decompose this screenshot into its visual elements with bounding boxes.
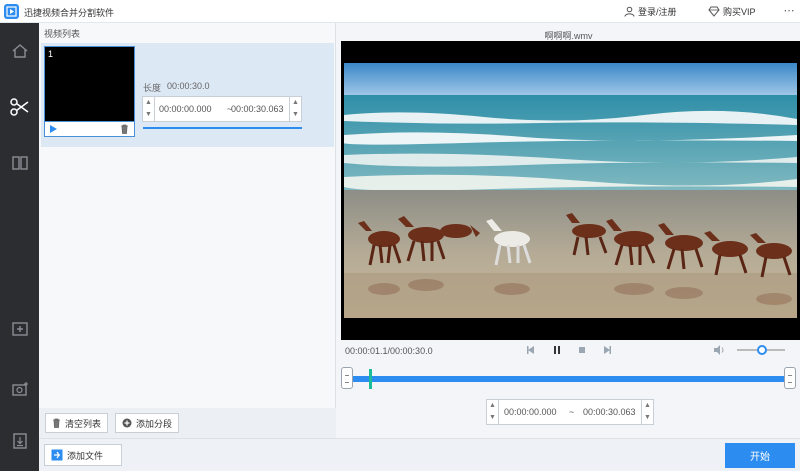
preview-end-stepper[interactable]: ▲ ▼ (641, 400, 653, 424)
stop-icon[interactable] (576, 344, 588, 356)
add-segment-label: 添加分段 (136, 418, 173, 429)
start-time-stepper[interactable]: ▲ ▼ (143, 97, 155, 121)
video-player[interactable] (341, 41, 800, 340)
clip-start-time[interactable]: 00:00:00.000 (159, 104, 212, 114)
length-value: 00:00:30.0 (167, 81, 210, 91)
sidebar-item-add-folder[interactable] (0, 309, 39, 349)
trim-timeline[interactable] (347, 376, 791, 382)
sidebar-item-add-photo[interactable] (0, 369, 39, 409)
trim-start-handle[interactable] (341, 367, 353, 389)
video-frame-image (344, 63, 797, 318)
app-logo (4, 4, 19, 19)
plus-circle-icon (122, 418, 132, 428)
prev-frame-icon[interactable] (525, 344, 537, 356)
playhead[interactable] (369, 369, 372, 389)
play-icon[interactable] (50, 125, 57, 133)
clear-list-button[interactable]: 清空列表 (45, 413, 109, 433)
more-icon[interactable]: ⋯ (781, 3, 797, 19)
buy-vip-button[interactable]: 购买VIP (708, 5, 756, 18)
login-label: 登录/注册 (638, 7, 677, 17)
user-icon (624, 6, 635, 17)
preview-start-stepper[interactable]: ▲ ▼ (487, 400, 499, 424)
video-list-panel: 视频列表 1 长度 00:00:30.0 ▲ ▼ 00:00:00.000 ~ 0… (39, 23, 336, 438)
add-file-icon (51, 449, 63, 461)
add-photo-icon (11, 382, 28, 396)
preview-end-time[interactable]: 00:00:30.063 (583, 407, 636, 417)
preview-panel: 啊啊啊.wmv 00:00:01.1/00:00:30.0 ▲ ▼ 00:00:… (337, 23, 800, 438)
trash-icon (53, 418, 60, 428)
volume-icon[interactable] (713, 344, 726, 356)
length-label: 长度 (143, 83, 162, 93)
clip-end-time[interactable]: 00:00:30.063 (231, 104, 284, 114)
add-file-button[interactable]: 添加文件 (44, 444, 122, 466)
preview-range-dash: ~ (569, 407, 575, 417)
volume-knob[interactable] (757, 345, 767, 355)
end-time-stepper[interactable]: ▲ ▼ (289, 97, 301, 121)
export-icon (12, 433, 27, 449)
clip-thumbnail[interactable]: 1 (44, 46, 135, 122)
preview-time-range[interactable]: ▲ ▼ 00:00:00.000 ~ 00:00:30.063 ▲ ▼ (486, 399, 654, 425)
sidebar-item-export[interactable] (0, 421, 39, 461)
start-button[interactable]: 开始 (725, 443, 795, 468)
video-list-title: 视频列表 (44, 29, 81, 39)
clip-thumb-bar (44, 122, 135, 137)
clip-time-range[interactable]: ▲ ▼ 00:00:00.000 ~ 00:00:30.063 ▲ ▼ (142, 96, 302, 122)
login-button[interactable]: 登录/注册 (624, 5, 677, 18)
volume-slider[interactable] (737, 345, 785, 355)
add-segment-button[interactable]: 添加分段 (115, 413, 180, 433)
footer-bar: 添加文件 开始 (39, 438, 800, 471)
sidebar-item-cut[interactable] (0, 87, 39, 127)
add-folder-icon (11, 322, 28, 336)
split-icon (11, 156, 28, 170)
add-file-label: 添加文件 (67, 450, 104, 461)
clip-selection-bar (143, 127, 302, 129)
sidebar (0, 23, 39, 471)
list-toolbar: 清空列表 添加分段 (39, 408, 336, 438)
pause-icon[interactable] (551, 344, 563, 356)
sidebar-item-split[interactable] (0, 143, 39, 183)
app-title: 迅捷视频合并分割软件 (24, 8, 115, 18)
clip-index: 1 (48, 49, 54, 59)
next-frame-icon[interactable] (601, 344, 613, 356)
vip-icon (708, 6, 720, 17)
clear-list-label: 清空列表 (65, 418, 102, 429)
playback-time: 00:00:01.1/00:00:30.0 (345, 346, 433, 356)
trash-icon[interactable] (120, 124, 129, 134)
preview-start-time[interactable]: 00:00:00.000 (504, 407, 557, 417)
sidebar-item-home[interactable] (0, 31, 39, 71)
list-item[interactable]: 1 长度 00:00:30.0 ▲ ▼ 00:00:00.000 ~ 00:00:… (41, 43, 334, 147)
title-bar: 迅捷视频合并分割软件 登录/注册 购买VIP ⋯ (0, 0, 800, 23)
scissors-icon (9, 98, 28, 116)
vip-label: 购买VIP (723, 7, 756, 17)
trim-end-handle[interactable] (784, 367, 796, 389)
home-icon (12, 44, 27, 58)
